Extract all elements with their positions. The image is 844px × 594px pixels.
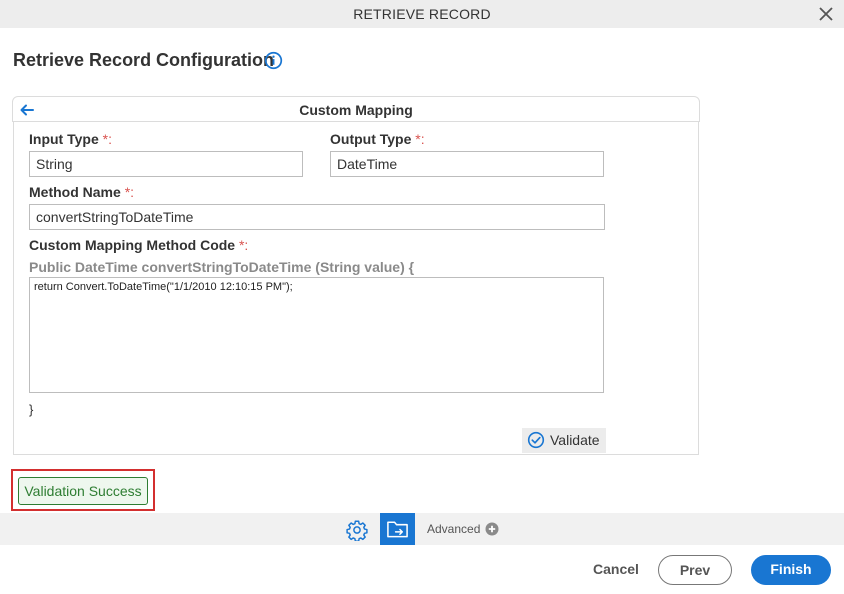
validation-status-badge: Validation Success	[18, 477, 148, 505]
closing-brace: }	[29, 402, 34, 417]
plus-circle-icon[interactable]	[485, 522, 499, 536]
dialog-title: RETRIEVE RECORD	[353, 6, 491, 22]
finish-button[interactable]: Finish	[751, 555, 831, 585]
prev-button[interactable]: Prev	[658, 555, 732, 585]
method-code-editor[interactable]: return Convert.ToDateTime("1/1/2010 12:1…	[29, 277, 604, 393]
cancel-button[interactable]: Cancel	[583, 555, 649, 585]
input-type-field[interactable]: String	[29, 151, 303, 177]
validate-button[interactable]: Validate	[522, 428, 606, 453]
method-name-field[interactable]: convertStringToDateTime	[29, 204, 605, 230]
dialog-titlebar: RETRIEVE RECORD	[0, 0, 844, 28]
gear-icon[interactable]	[346, 519, 368, 541]
advanced-link[interactable]: Advanced	[427, 522, 480, 536]
panel-title: Custom Mapping	[299, 102, 413, 118]
bottom-toolbar: Advanced	[0, 513, 844, 545]
check-circle-icon	[527, 431, 545, 449]
page-title: Retrieve Record Configuration	[13, 50, 275, 70]
method-name-label: Method Name *:	[29, 184, 135, 200]
data-source-button[interactable]	[380, 513, 415, 545]
method-signature: Public DateTime convertStringToDateTime …	[29, 259, 415, 275]
custom-mapping-header: Custom Mapping	[12, 96, 700, 122]
close-icon[interactable]	[818, 6, 834, 22]
validate-label: Validate	[550, 432, 600, 448]
output-type-label: Output Type *:	[330, 131, 425, 147]
code-label: Custom Mapping Method Code *:	[29, 237, 249, 253]
folder-transfer-icon	[387, 521, 408, 538]
input-type-label: Input Type *:	[29, 131, 112, 147]
info-icon[interactable]	[264, 51, 283, 70]
output-type-field[interactable]: DateTime	[330, 151, 604, 177]
